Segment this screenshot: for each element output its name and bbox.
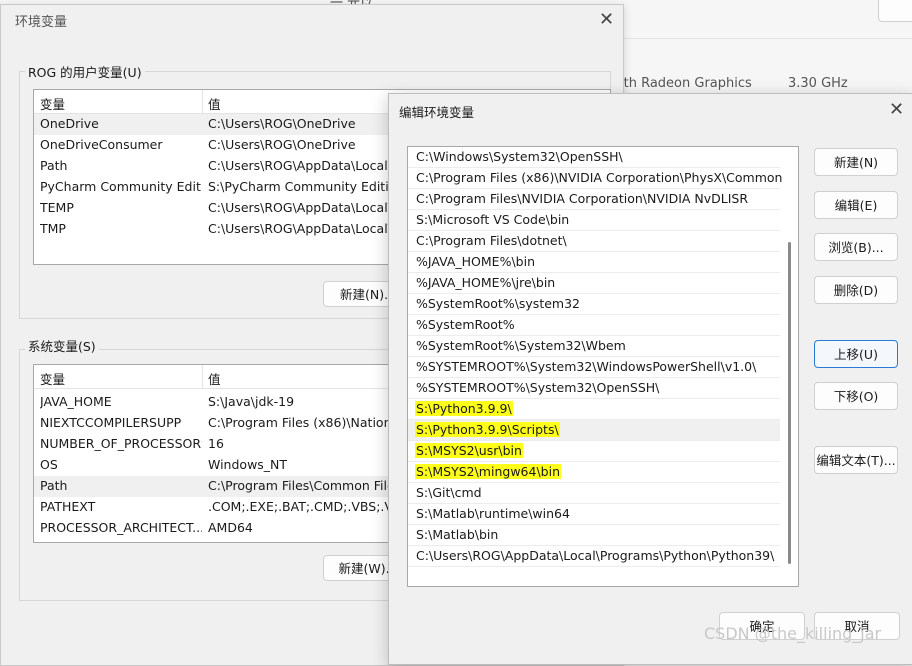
path-entry-text: %SYSTEMROOT%\System32\WindowsPowerShell\… xyxy=(416,359,757,374)
path-entry-text: S:\MSYS2\mingw64\bin xyxy=(415,464,561,479)
dialog-title: 环境变量 xyxy=(15,15,68,30)
path-entry[interactable]: C:\Program Files\dotnet\ xyxy=(408,231,780,252)
path-entry-text: C:\Program Files\dotnet\ xyxy=(416,233,567,248)
scrollbar-thumb[interactable] xyxy=(788,242,791,564)
variable-name: PROCESSOR_ARCHITECT... xyxy=(40,520,202,535)
variable-name: OneDrive xyxy=(40,116,99,131)
path-entry-text: %JAVA_HOME%\bin xyxy=(416,254,535,269)
background-top-button[interactable] xyxy=(878,0,912,22)
column-divider[interactable] xyxy=(202,90,203,113)
path-entry-text: S:\Python3.9.9\Scripts\ xyxy=(415,422,560,437)
path-entry-text: C:\Program Files\NVIDIA Corporation\NVID… xyxy=(416,191,749,206)
user-variables-label: ROG 的用户变量(U) xyxy=(25,62,145,81)
path-entry-text: S:\Python3.9.9\ xyxy=(415,401,513,416)
path-entry-text: C:\Program Files (x86)\NVIDIA Corporatio… xyxy=(416,170,783,185)
watermark: CSDN @the_killing_jar xyxy=(704,624,882,643)
move-up-button[interactable]: 上移(U) xyxy=(814,340,898,368)
variable-name: Path xyxy=(40,158,68,173)
system-variables-label: 系统变量(S) xyxy=(25,336,99,355)
move-down-button[interactable]: 下移(O) xyxy=(814,382,898,410)
path-entry-text: C:\Windows\System32\OpenSSH\ xyxy=(416,149,623,164)
variable-name: OS xyxy=(40,457,58,472)
variable-name: OneDriveConsumer xyxy=(40,137,163,152)
edit-button[interactable]: 编辑(E) xyxy=(814,191,898,219)
path-entry-text: C:\Users\ROG\AppData\Local\Programs\Pyth… xyxy=(416,548,775,563)
path-entry[interactable]: %SystemRoot%\System32\Wbem xyxy=(408,336,780,357)
column-header-name[interactable]: 变量 xyxy=(40,94,65,113)
path-entry[interactable]: C:\Users\ROG\AppData\Local\Programs\Pyth… xyxy=(408,546,780,567)
path-entry-text: %SystemRoot% xyxy=(416,317,515,332)
path-entry[interactable]: S:\Python3.9.9\ xyxy=(408,399,780,420)
path-entry[interactable]: C:\Program Files\NVIDIA Corporation\NVID… xyxy=(408,189,780,210)
variable-name: NUMBER_OF_PROCESSORS xyxy=(40,436,202,451)
path-entry-text: S:\Microsoft VS Code\bin xyxy=(416,212,570,227)
path-entry[interactable]: %SYSTEMROOT%\System32\OpenSSH\ xyxy=(408,378,780,399)
path-entry[interactable]: C:\Windows\System32\OpenSSH\ xyxy=(408,147,780,168)
path-entry-text: S:\Git\cmd xyxy=(416,485,482,500)
path-entry[interactable]: S:\Matlab\bin xyxy=(408,525,780,546)
new-button[interactable]: 新建(N) xyxy=(814,148,898,176)
variable-name: PATHEXT xyxy=(40,499,96,514)
path-entry[interactable]: C:\Program Files (x86)\NVIDIA Corporatio… xyxy=(408,168,783,189)
path-entry-text: S:\Matlab\runtime\win64 xyxy=(416,506,570,521)
path-entry-text: %JAVA_HOME%\jre\bin xyxy=(416,275,556,290)
dialog-title: 编辑环境变量 xyxy=(399,105,475,120)
variable-name: TMP xyxy=(40,221,66,236)
path-entry-text: %SYSTEMROOT%\System32\OpenSSH\ xyxy=(416,380,660,395)
path-entry-text: %SystemRoot%\system32 xyxy=(416,296,580,311)
variable-name: Path xyxy=(40,478,68,493)
background-cpu-text: ith Radeon Graphics xyxy=(620,76,752,91)
edit-text-button[interactable]: 编辑文本(T)... xyxy=(814,446,898,474)
path-entry[interactable]: %SystemRoot%\system32 xyxy=(408,294,780,315)
scrollbar[interactable] xyxy=(782,147,798,586)
path-entry-text: S:\Matlab\bin xyxy=(416,527,499,542)
path-entry[interactable]: %SYSTEMROOT%\System32\WindowsPowerShell\… xyxy=(408,357,780,378)
path-entry-text: S:\MSYS2\usr\bin xyxy=(415,443,523,458)
path-entry[interactable]: S:\MSYS2\usr\bin xyxy=(408,441,780,462)
path-entry[interactable]: %JAVA_HOME%\bin xyxy=(408,252,780,273)
path-entry[interactable]: S:\Matlab\runtime\win64 xyxy=(408,504,780,525)
path-entry[interactable]: %JAVA_HOME%\jre\bin xyxy=(408,273,780,294)
variable-name: JAVA_HOME xyxy=(40,394,112,409)
column-divider[interactable] xyxy=(202,365,203,388)
close-icon[interactable]: ✕ xyxy=(889,101,904,119)
variable-name: PyCharm Community Editi... xyxy=(40,179,202,194)
variable-name: TEMP xyxy=(40,200,74,215)
path-entry[interactable]: S:\MSYS2\mingw64\bin xyxy=(408,462,780,483)
delete-button[interactable]: 删除(D) xyxy=(814,276,898,304)
path-entry[interactable]: %SystemRoot% xyxy=(408,315,780,336)
path-entry[interactable]: S:\Git\cmd xyxy=(408,483,780,504)
path-entry-text: %SystemRoot%\System32\Wbem xyxy=(416,338,626,353)
path-entries-list[interactable]: C:\Windows\System32\OpenSSH\ C:\Program F… xyxy=(407,146,799,587)
edit-environment-variable-dialog: 编辑环境变量 ✕ C:\Windows\System32\OpenSSH\ C:\… xyxy=(388,93,912,665)
close-icon[interactable]: ✕ xyxy=(599,11,614,29)
column-header-name[interactable]: 变量 xyxy=(40,369,65,388)
browse-button[interactable]: 浏览(B)... xyxy=(814,233,898,261)
column-header-value[interactable]: 值 xyxy=(208,94,221,113)
background-cpu-speed: 3.30 GHz xyxy=(788,76,848,91)
path-entry[interactable]: S:\Python3.9.9\Scripts\ xyxy=(408,420,780,441)
variable-name: NIEXTCCOMPILERSUPP xyxy=(40,415,182,430)
column-header-value[interactable]: 值 xyxy=(208,369,221,388)
path-entry[interactable]: S:\Microsoft VS Code\bin xyxy=(408,210,780,231)
